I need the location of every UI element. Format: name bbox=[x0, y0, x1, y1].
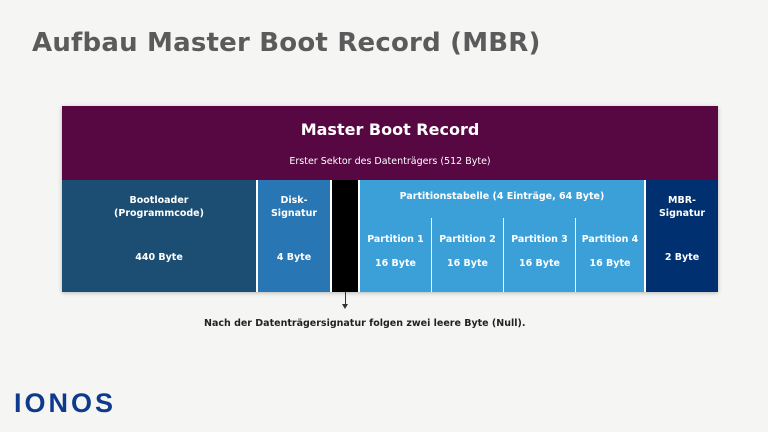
mbr-signature-label: MBR- Signatur bbox=[658, 195, 706, 219]
null-bytes-segment bbox=[332, 180, 360, 292]
bootloader-label: Bootloader (Programmcode) bbox=[114, 195, 204, 219]
partition-size: 16 Byte bbox=[519, 258, 560, 269]
partition-table-label: Partitionstabelle (4 Einträge, 64 Byte) bbox=[399, 191, 605, 202]
mbr-header: Master Boot Record Erster Sektor des Dat… bbox=[62, 106, 718, 180]
bootloader-size: 440 Byte bbox=[135, 252, 183, 263]
partition-label: Partition 3 bbox=[511, 234, 568, 245]
disk-signature-size: 4 Byte bbox=[276, 252, 312, 263]
partition-label: Partition 1 bbox=[367, 234, 424, 245]
partition-table-segment: Partitionstabelle (4 Einträge, 64 Byte) … bbox=[360, 180, 646, 292]
bootloader-segment: Bootloader (Programmcode) 440 Byte bbox=[62, 180, 258, 292]
page-title: Aufbau Master Boot Record (MBR) bbox=[32, 28, 541, 58]
partition-entry: Partition 1 16 Byte bbox=[360, 218, 432, 292]
partition-size: 16 Byte bbox=[447, 258, 488, 269]
mbr-signature-size: 2 Byte bbox=[664, 252, 700, 263]
arrow-down-icon bbox=[342, 304, 348, 309]
mbr-diagram: Master Boot Record Erster Sektor des Dat… bbox=[62, 106, 718, 292]
mbr-subtitle: Erster Sektor des Datenträgers (512 Byte… bbox=[289, 156, 491, 167]
disk-signature-segment: Disk-Signatur 4 Byte bbox=[258, 180, 332, 292]
partition-entry: Partition 4 16 Byte bbox=[576, 218, 644, 292]
partition-label: Partition 2 bbox=[439, 234, 496, 245]
partition-entry: Partition 2 16 Byte bbox=[432, 218, 504, 292]
disk-signature-label: Disk-Signatur bbox=[270, 195, 318, 219]
mbr-title: Master Boot Record bbox=[300, 120, 480, 139]
null-bytes-note: Nach der Datenträgersignatur folgen zwei… bbox=[204, 318, 526, 329]
partition-label: Partition 4 bbox=[581, 234, 639, 245]
partition-size: 16 Byte bbox=[375, 258, 416, 269]
mbr-signature-segment: MBR- Signatur 2 Byte bbox=[646, 180, 718, 292]
partition-size: 16 Byte bbox=[589, 258, 631, 269]
partition-entry: Partition 3 16 Byte bbox=[504, 218, 576, 292]
ionos-logo: IONOS bbox=[14, 388, 117, 418]
